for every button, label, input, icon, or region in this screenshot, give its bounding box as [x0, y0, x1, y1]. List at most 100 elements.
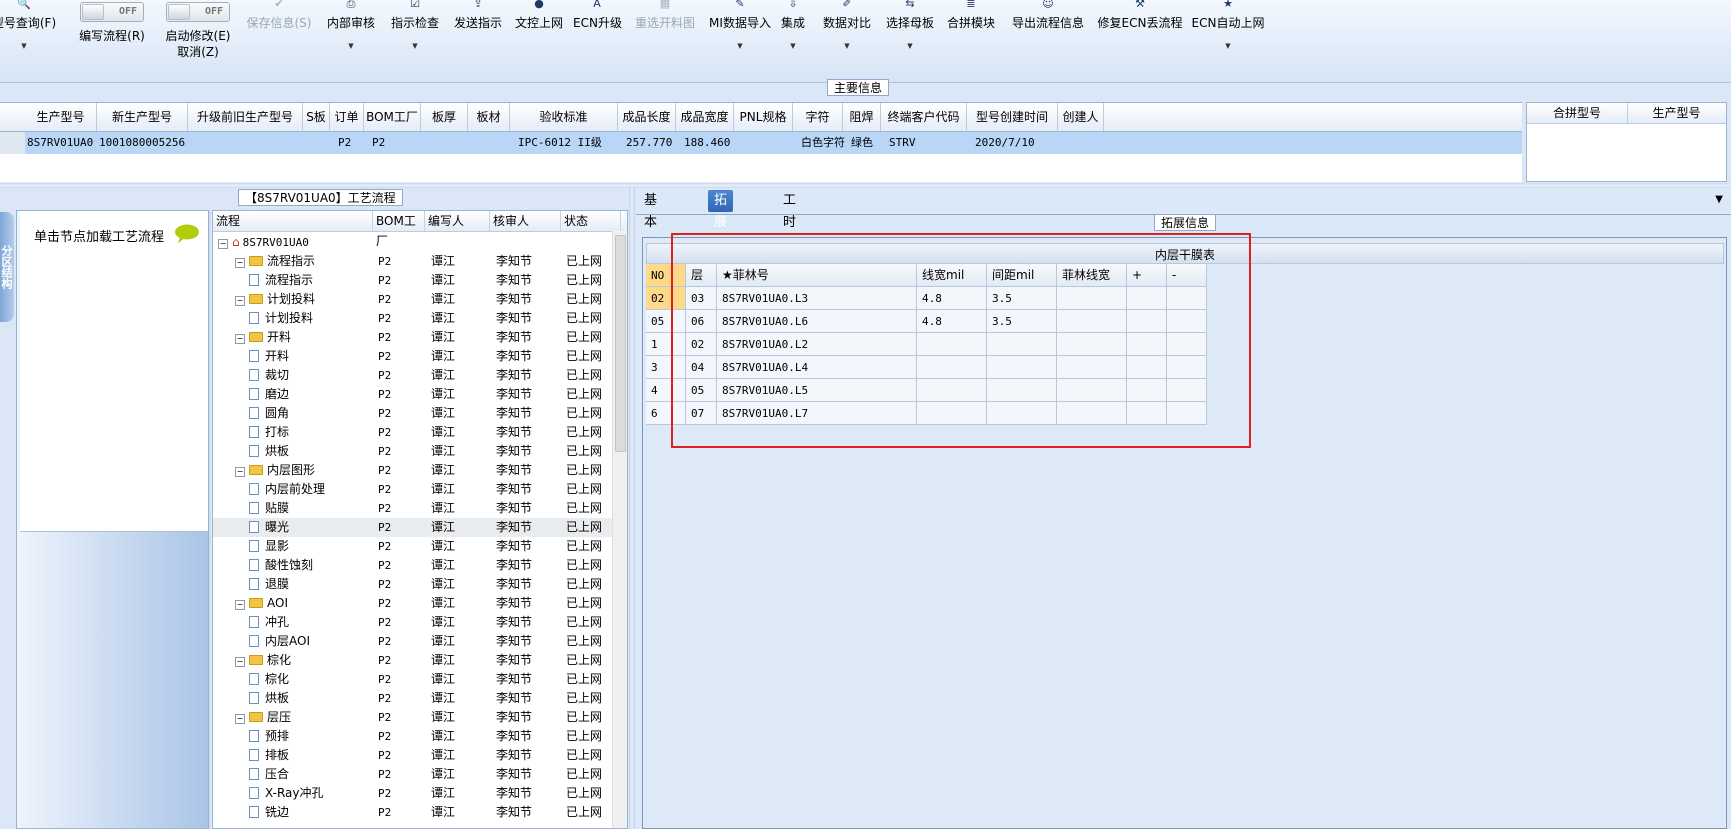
ext-col-header[interactable]: 层 [686, 264, 717, 287]
toolbar-button-14[interactable]: ≣ 合拼模块 [945, 0, 997, 66]
ext-cell[interactable]: 8S7RV01UA0.L4 [717, 356, 917, 379]
ext-col-header[interactable]: + [1127, 264, 1167, 287]
merge-col-production-model[interactable]: 生产型号 [1627, 103, 1726, 123]
tree-node[interactable]: − 层压 P2 谭江 李知节 已上网 [213, 708, 613, 727]
toolbar-button-5[interactable]: ☑ 指示检查 ▼ [386, 0, 444, 66]
ext-cell[interactable]: 8S7RV01UA0.L2 [717, 333, 917, 356]
tree-node[interactable]: − 棕化 P2 谭江 李知节 已上网 [213, 651, 613, 670]
dropdown-arrow-icon[interactable]: ▼ [1190, 40, 1266, 52]
tree-node[interactable]: X-Ray冲孔 P2 谭江 李知节 已上网 [213, 784, 613, 803]
tree-node[interactable]: − 计划投料 P2 谭江 李知节 已上网 [213, 290, 613, 309]
center-splitter[interactable] [629, 188, 635, 829]
tab-0[interactable]: 基本信息 [638, 190, 663, 274]
ext-cell[interactable]: 8S7RV01UA0.L5 [717, 379, 917, 402]
tree-node[interactable]: − 内层图形 P2 谭江 李知节 已上网 [213, 461, 613, 480]
main-cell[interactable]: 白色字符 [801, 132, 847, 154]
tree-node[interactable]: 压合 P2 谭江 李知节 已上网 [213, 765, 613, 784]
toolbar-button-12[interactable]: ✐ 数据对比 ▼ [819, 0, 875, 66]
ext-cell[interactable] [1167, 333, 1207, 356]
ext-cell[interactable]: 6 [646, 402, 686, 425]
tree-col-header[interactable]: 编写人 [425, 211, 490, 231]
partition-structure-tab[interactable]: 分区结构 [0, 212, 14, 322]
toggle-switch[interactable]: OFF [166, 2, 230, 22]
ext-cell[interactable]: 06 [686, 310, 717, 333]
tree-node[interactable]: 打标 P2 谭江 李知节 已上网 [213, 423, 613, 442]
tree-node[interactable]: 排板 P2 谭江 李知节 已上网 [213, 746, 613, 765]
toolbar-button-10[interactable]: ✎ MI数据导入 ▼ [706, 0, 774, 66]
main-col-header[interactable]: 阻焊 [843, 103, 881, 131]
merge-col-merge-model[interactable]: 合拼型号 [1527, 103, 1628, 123]
tree-node[interactable]: 贴膜 P2 谭江 李知节 已上网 [213, 499, 613, 518]
tree-node[interactable]: 磨边 P2 谭江 李知节 已上网 [213, 385, 613, 404]
ext-cell[interactable] [1057, 310, 1127, 333]
left-node-list[interactable]: 单击节点加载工艺流程 [20, 211, 208, 532]
ext-cell[interactable]: 05 [686, 379, 717, 402]
main-cell[interactable]: IPC-6012 II级 [518, 132, 622, 154]
toolbar-button-4[interactable]: ⎙ 内部审核 ▼ [322, 0, 380, 66]
toolbar-button-17[interactable]: ★ ECN自动上网 ▼ [1190, 0, 1266, 66]
ext-cell[interactable]: 04 [686, 356, 717, 379]
ext-col-header[interactable]: NO [646, 264, 686, 287]
ext-cell[interactable] [917, 356, 987, 379]
ext-cell[interactable] [987, 402, 1057, 425]
main-col-header[interactable]: 新生产型号 [97, 103, 188, 131]
ext-cell[interactable] [1167, 287, 1207, 310]
toolbar-button-1[interactable]: OFF 编写流程(R) [72, 0, 152, 66]
ext-col-header[interactable]: 菲林线宽 [1057, 264, 1127, 287]
process-tree-scrollbar[interactable] [612, 231, 627, 828]
tree-node[interactable]: − 开料 P2 谭江 李知节 已上网 [213, 328, 613, 347]
ext-cell[interactable]: 4 [646, 379, 686, 402]
ext-cell[interactable]: 02 [646, 287, 686, 310]
tree-node[interactable]: 冲孔 P2 谭江 李知节 已上网 [213, 613, 613, 632]
ext-cell[interactable]: 05 [646, 310, 686, 333]
ext-cell[interactable] [1057, 402, 1127, 425]
main-col-header[interactable]: 创建人 [1058, 103, 1104, 131]
tree-node[interactable]: 内层AOI P2 谭江 李知节 已上网 [213, 632, 613, 651]
toolbar-button-2[interactable]: OFF 启动修改(E) 取消(Z) [158, 0, 238, 66]
tree-col-header[interactable]: 核审人 [490, 211, 561, 231]
ext-cell[interactable]: 3.5 [987, 310, 1057, 333]
collapse-icon[interactable]: − [218, 239, 228, 249]
scrollbar-thumb[interactable] [615, 235, 626, 452]
main-cell[interactable]: P2 [338, 132, 368, 154]
main-cell[interactable]: 2020/7/10 [975, 132, 1062, 154]
toolbar-button-16[interactable]: ⚒ 修复ECN丢流程 [1094, 0, 1186, 66]
collapse-icon[interactable]: − [235, 258, 245, 268]
tree-node[interactable]: − AOI P2 谭江 李知节 已上网 [213, 594, 613, 613]
main-col-header[interactable]: 板厚 [421, 103, 468, 131]
collapse-icon[interactable]: − [235, 296, 245, 306]
ext-cell[interactable] [1057, 333, 1127, 356]
main-col-header[interactable]: S板 [303, 103, 330, 131]
dropdown-arrow-icon[interactable]: ▼ [819, 40, 875, 52]
ext-cell[interactable]: 8S7RV01UA0.L6 [717, 310, 917, 333]
tree-node[interactable]: 显影 P2 谭江 李知节 已上网 [213, 537, 613, 556]
toolbar-button-15[interactable]: ☺ 导出流程信息 [1008, 0, 1088, 66]
main-cell[interactable]: STRV [889, 132, 971, 154]
ext-col-header[interactable]: - [1167, 264, 1207, 287]
ext-cell[interactable]: 07 [686, 402, 717, 425]
tree-col-header[interactable]: BOM工厂 [373, 211, 425, 248]
tree-node[interactable]: 计划投料 P2 谭江 李知节 已上网 [213, 309, 613, 328]
tree-node[interactable]: 退膜 P2 谭江 李知节 已上网 [213, 575, 613, 594]
ext-cell[interactable]: 8S7RV01UA0.L3 [717, 287, 917, 310]
dropdown-arrow-icon[interactable]: ▼ [882, 40, 938, 52]
toolbar-button-7[interactable]: ● 文控上网 [511, 0, 567, 66]
toolbar-button-3[interactable]: ✔ 保存信息(S) [243, 0, 315, 66]
ext-cell[interactable]: 3.5 [987, 287, 1057, 310]
main-cell[interactable]: P2 [372, 132, 425, 154]
ext-cell[interactable] [917, 402, 987, 425]
tree-node[interactable]: − 流程指示 P2 谭江 李知节 已上网 [213, 252, 613, 271]
ext-cell[interactable] [1167, 379, 1207, 402]
main-cell[interactable] [196, 132, 307, 154]
ext-cell[interactable]: 4.8 [917, 310, 987, 333]
collapse-icon[interactable]: − [235, 467, 245, 477]
main-info-row[interactable]: 8S7RV01UA0 10010800052565 P2 P2 IPC-6012 II级… [0, 132, 1522, 154]
main-cell[interactable]: 188.460 [684, 132, 738, 154]
tree-node[interactable]: 内层前处理 P2 谭江 李知节 已上网 [213, 480, 613, 499]
main-cell[interactable]: 8S7RV01UA0 [27, 132, 95, 154]
toolbar-button-sublabel[interactable]: 取消(Z) [158, 44, 238, 60]
tree-node[interactable]: 烘板 P2 谭江 李知节 已上网 [213, 689, 613, 708]
row-selector[interactable] [0, 132, 25, 154]
tree-node[interactable]: 烘板 P2 谭江 李知节 已上网 [213, 442, 613, 461]
tree-node[interactable]: 流程指示 P2 谭江 李知节 已上网 [213, 271, 613, 290]
